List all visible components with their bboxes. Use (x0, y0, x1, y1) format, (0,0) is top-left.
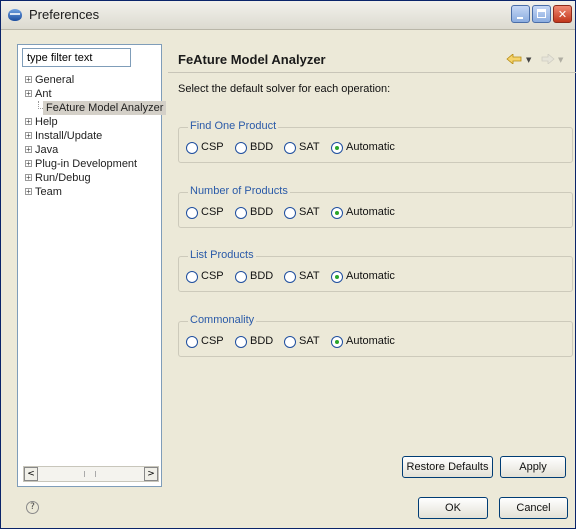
expand-icon[interactable]: + (25, 118, 32, 126)
radio-label: SAT (299, 335, 320, 347)
close-icon: ✕ (557, 7, 568, 21)
tree-item-label: Java (35, 144, 59, 156)
radio-label: BDD (250, 141, 274, 153)
tree-item-install-update[interactable]: + Install/Update (25, 129, 161, 143)
radio-label: Automatic (346, 206, 395, 218)
scroll-left-button[interactable]: < (24, 467, 38, 481)
tree-item-plugin-development[interactable]: + Plug-in Development (25, 157, 161, 171)
tree-item-label: FeAture Model Analyzer (43, 101, 167, 115)
group-list-products: List Products CSP BDD SAT Automatic (178, 249, 573, 292)
radio-label: BDD (250, 270, 274, 282)
group-label: Commonality (188, 314, 257, 326)
group-number-of-products: Number of Products CSP BDD SAT Automatic (178, 185, 573, 228)
expand-icon[interactable]: + (25, 188, 32, 196)
minimize-button[interactable] (511, 5, 530, 23)
radio-label: CSP (201, 141, 224, 153)
tree-item-general[interactable]: + General (25, 73, 161, 87)
cancel-button[interactable]: Cancel (499, 497, 568, 519)
maximize-button[interactable] (532, 5, 551, 23)
radio-indicator-selected[interactable] (331, 142, 343, 154)
radio-label: Automatic (346, 141, 395, 153)
radio-label: CSP (201, 270, 224, 282)
restore-defaults-button[interactable]: Restore Defaults (402, 456, 493, 478)
page-description: Select the default solver for each opera… (178, 83, 391, 95)
radio-label: CSP (201, 206, 224, 218)
radio-indicator-selected[interactable] (331, 271, 343, 283)
radio-indicator[interactable] (284, 271, 296, 283)
radio-label: SAT (299, 206, 320, 218)
radio-indicator[interactable] (235, 142, 247, 154)
forward-arrow-icon[interactable] (541, 54, 555, 64)
filter-input[interactable] (22, 48, 131, 67)
header-separator (168, 72, 576, 73)
radio-indicator[interactable] (186, 207, 198, 219)
scroll-thumb-grip[interactable] (84, 471, 96, 477)
radio-label: BDD (250, 335, 274, 347)
tree-item-label: Install/Update (35, 130, 103, 142)
ok-button[interactable]: OK (418, 497, 488, 519)
back-dropdown-icon[interactable]: ▼ (526, 56, 531, 64)
expand-icon[interactable]: + (25, 174, 32, 182)
tree-item-label: Plug-in Development (35, 158, 138, 170)
expand-icon[interactable]: + (25, 76, 32, 84)
radio-indicator[interactable] (235, 336, 247, 348)
radio-indicator[interactable] (235, 271, 247, 283)
group-commonality: Commonality CSP BDD SAT Automatic (178, 314, 573, 357)
expand-icon[interactable]: + (25, 90, 32, 98)
group-label: Find One Product (188, 120, 279, 132)
radio-indicator[interactable] (284, 336, 296, 348)
maximize-icon (537, 9, 546, 18)
radio-label: Automatic (346, 335, 395, 347)
help-icon[interactable]: ? (26, 501, 39, 514)
radio-indicator[interactable] (284, 142, 296, 154)
close-button[interactable]: ✕ (553, 5, 572, 23)
radio-indicator[interactable] (284, 207, 296, 219)
radio-label: CSP (201, 335, 224, 347)
apply-button[interactable]: Apply (500, 456, 566, 478)
tree-item-java[interactable]: + Java (25, 143, 161, 157)
radio-label: SAT (299, 141, 320, 153)
tree-item-label: General (35, 74, 75, 86)
radio-indicator-selected[interactable] (331, 336, 343, 348)
horizontal-scrollbar[interactable]: < > (23, 466, 159, 482)
group-find-one-product: Find One Product CSP BDD SAT Automatic (178, 120, 573, 163)
forward-dropdown-icon[interactable]: ▼ (558, 56, 563, 64)
radio-label: BDD (250, 206, 274, 218)
radio-indicator[interactable] (186, 142, 198, 154)
tree-item-label: Help (35, 116, 58, 128)
radio-indicator[interactable] (186, 336, 198, 348)
preference-tree: + General + Ant FeAture Model Analyzer +… (25, 73, 167, 199)
group-label: List Products (188, 249, 256, 261)
tree-item-feature-model-analyzer[interactable]: FeAture Model Analyzer (25, 101, 167, 115)
window-title: Preferences (29, 7, 100, 22)
title-bar[interactable]: Preferences ✕ (1, 1, 575, 30)
tree-item-help[interactable]: + Help (25, 115, 161, 129)
radio-label: SAT (299, 270, 320, 282)
tree-item-team[interactable]: + Team (25, 185, 161, 199)
expand-icon[interactable]: + (25, 146, 32, 154)
tree-item-label: Run/Debug (35, 172, 91, 184)
tree-item-label: Ant (35, 88, 52, 100)
group-label: Number of Products (188, 185, 290, 197)
tree-item-ant[interactable]: + Ant (25, 87, 161, 101)
radio-indicator[interactable] (186, 271, 198, 283)
minimize-icon (517, 17, 523, 19)
radio-indicator-selected[interactable] (331, 207, 343, 219)
expand-icon[interactable]: + (25, 160, 32, 168)
page-title: FeAture Model Analyzer (178, 52, 326, 67)
back-arrow-icon[interactable] (506, 54, 522, 64)
radio-label: Automatic (346, 270, 395, 282)
expand-icon[interactable]: + (25, 132, 32, 140)
radio-indicator[interactable] (235, 207, 247, 219)
page-navigation: ▼ ▼ (506, 54, 566, 66)
tree-item-label: Team (35, 186, 62, 198)
scroll-right-button[interactable]: > (144, 467, 158, 481)
tree-item-run-debug[interactable]: + Run/Debug (25, 171, 161, 185)
eclipse-app-icon (8, 9, 22, 21)
